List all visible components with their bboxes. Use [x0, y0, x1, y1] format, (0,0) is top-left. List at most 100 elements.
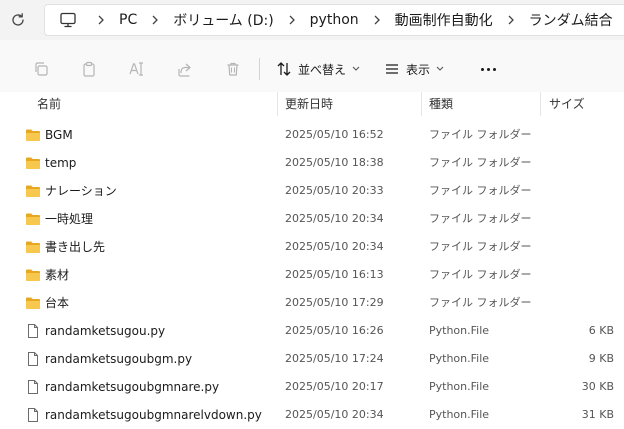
breadcrumb-item-video-automation[interactable]: 動画制作自動化 [391, 10, 497, 30]
file-type: Python.File [429, 324, 490, 337]
file-name: 台本 [45, 296, 70, 310]
column-header-name[interactable]: 名前 [37, 92, 61, 116]
file-name: ナレーション [45, 184, 117, 198]
file-date: 2025/05/10 20:34 [285, 240, 384, 253]
paste-button[interactable] [76, 56, 102, 82]
file-type: ファイル フォルダー [429, 156, 532, 169]
file-name: randamketsugoubgmnare.py [45, 380, 220, 394]
column-divider[interactable] [277, 92, 278, 116]
file-date: 2025/05/10 16:52 [285, 128, 384, 141]
chevron-right-icon[interactable] [141, 15, 169, 25]
more-dot [480, 67, 484, 71]
file-size: 30 KB [581, 380, 614, 393]
breadcrumb-item-python[interactable]: python [306, 12, 363, 28]
chevron-right-icon[interactable] [497, 15, 525, 25]
file-type: Python.File [429, 408, 490, 421]
file-type: Python.File [429, 380, 490, 393]
refresh-icon [12, 13, 24, 26]
file-type: ファイル フォルダー [429, 128, 532, 141]
chevron-right-icon[interactable] [617, 15, 624, 25]
file-date: 2025/05/10 17:29 [285, 296, 384, 309]
folder-icon [26, 269, 40, 281]
file-size: 9 KB [588, 352, 614, 365]
file-type: ファイル フォルダー [429, 268, 532, 281]
sort-icon [277, 62, 291, 76]
folder-icon [26, 241, 40, 253]
file-name: randamketsugoubgm.py [45, 352, 193, 366]
breadcrumb-item-pc[interactable]: PC [115, 12, 141, 28]
rename-icon [129, 62, 143, 76]
folder-icon [26, 213, 40, 225]
folder-icon [26, 157, 40, 169]
column-divider[interactable] [421, 92, 422, 116]
view-label: 表示 [406, 62, 431, 77]
file-name: 素材 [45, 268, 70, 282]
share-icon [178, 63, 191, 77]
copy-button[interactable] [28, 56, 54, 82]
file-date: 2025/05/10 20:34 [285, 408, 384, 421]
file-name: temp [45, 156, 77, 170]
chevron-right-icon[interactable] [363, 15, 391, 25]
file-type: ファイル フォルダー [429, 184, 532, 197]
chevron-right-icon[interactable] [278, 15, 306, 25]
column-header-date[interactable]: 更新日時 [285, 92, 333, 116]
command-bar: 並べ替え 表示 [0, 40, 624, 98]
file-name: 書き出し先 [45, 240, 106, 254]
list-item[interactable]: 書き出し先 2025/05/10 20:34 ファイル フォルダー [0, 233, 624, 261]
address-bar[interactable]: PC ボリューム (D:) python 動画制作自動化 ランダム結合 [44, 4, 624, 36]
file-type: ファイル フォルダー [429, 296, 532, 309]
share-button[interactable] [172, 56, 198, 82]
file-date: 2025/05/10 20:34 [285, 212, 384, 225]
delete-button[interactable] [220, 56, 246, 82]
file-type: Python.File [429, 352, 490, 365]
list-item[interactable]: 素材 2025/05/10 16:13 ファイル フォルダー [0, 261, 624, 289]
paste-icon [83, 61, 95, 77]
breadcrumb-item-random-join[interactable]: ランダム結合 [525, 10, 617, 30]
list-item[interactable]: BGM 2025/05/10 16:52 ファイル フォルダー [0, 121, 624, 149]
file-size: 6 KB [588, 324, 614, 337]
list-item[interactable]: randamketsugoubgmnarelvdown.py 2025/05/1… [0, 401, 624, 429]
computer-icon[interactable] [59, 12, 77, 28]
list-item[interactable]: randamketsugoubgm.py 2025/05/10 17:24 Py… [0, 345, 624, 373]
list-item[interactable]: 一時処理 2025/05/10 20:34 ファイル フォルダー [0, 205, 624, 233]
sort-button[interactable]: 並べ替え [276, 56, 360, 82]
list-item[interactable]: temp 2025/05/10 18:38 ファイル フォルダー [0, 149, 624, 177]
file-icon [28, 380, 38, 394]
file-icon [28, 408, 38, 422]
column-header: 名前 更新日時 種類 サイズ [0, 92, 624, 116]
file-date: 2025/05/10 18:38 [285, 156, 384, 169]
rename-button[interactable] [124, 56, 150, 82]
refresh-button[interactable] [6, 8, 30, 32]
breadcrumb-item-volume[interactable]: ボリューム (D:) [169, 10, 277, 30]
file-icon [28, 352, 38, 366]
file-type: ファイル フォルダー [429, 212, 532, 225]
sort-label: 並べ替え [298, 62, 347, 77]
list-item[interactable]: randamketsugou.py 2025/05/10 16:26 Pytho… [0, 317, 624, 345]
column-header-size[interactable]: サイズ [549, 92, 585, 116]
list-item[interactable]: randamketsugoubgmnare.py 2025/05/10 20:1… [0, 373, 624, 401]
file-list: BGM 2025/05/10 16:52 ファイル フォルダー temp 202… [0, 121, 624, 429]
view-button[interactable]: 表示 [384, 56, 444, 82]
folder-icon [26, 297, 40, 309]
column-header-type[interactable]: 種類 [429, 92, 453, 116]
more-dot [486, 67, 490, 71]
copy-icon [35, 62, 48, 76]
more-dot [492, 67, 496, 71]
view-list-icon [386, 64, 398, 74]
chevron-down-icon [352, 66, 360, 71]
file-type: ファイル フォルダー [429, 240, 532, 253]
more-options-button[interactable] [476, 56, 500, 82]
toolbar-divider [259, 58, 260, 80]
folder-icon [26, 129, 40, 141]
list-item[interactable]: ナレーション 2025/05/10 20:33 ファイル フォルダー [0, 177, 624, 205]
breadcrumb: PC ボリューム (D:) python 動画制作自動化 ランダム結合 [59, 5, 624, 35]
file-name: randamketsugoubgmnarelvdown.py [45, 408, 262, 422]
chevron-right-icon[interactable] [87, 15, 115, 25]
file-date: 2025/05/10 17:24 [285, 352, 384, 365]
file-date: 2025/05/10 20:17 [285, 380, 384, 393]
column-divider[interactable] [540, 92, 541, 116]
list-item[interactable]: 台本 2025/05/10 17:29 ファイル フォルダー [0, 289, 624, 317]
address-bar-row: PC ボリューム (D:) python 動画制作自動化 ランダム結合 [0, 0, 624, 40]
folder-icon [26, 185, 40, 197]
file-name: randamketsugou.py [45, 324, 166, 338]
